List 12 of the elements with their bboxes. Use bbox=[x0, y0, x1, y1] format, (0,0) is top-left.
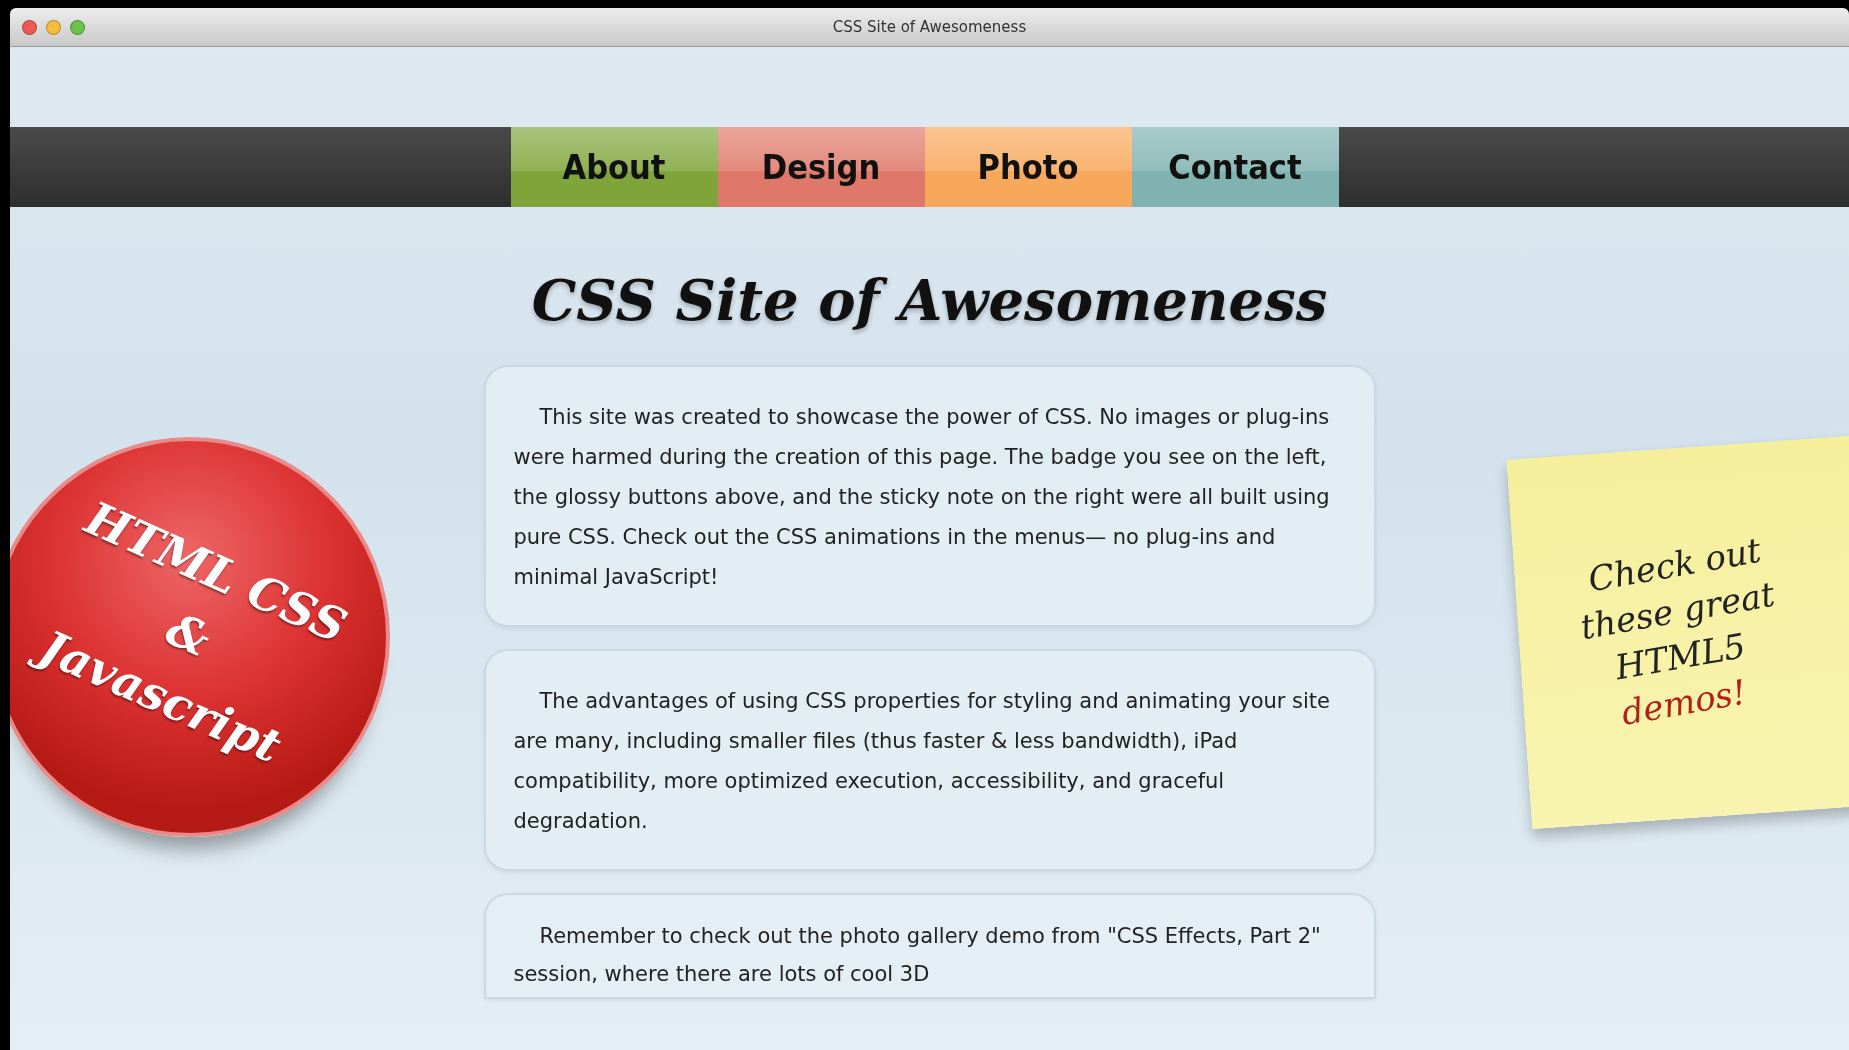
nav-tab[interactable]: About bbox=[510, 127, 718, 207]
zoom-icon[interactable] bbox=[70, 19, 85, 35]
nav-tab[interactable]: Photo bbox=[924, 127, 1132, 207]
close-icon[interactable] bbox=[22, 19, 37, 35]
window-title: CSS Site of Awesomeness bbox=[832, 18, 1027, 36]
nav-tab[interactable]: Design bbox=[717, 127, 925, 207]
page-heading: CSS Site of Awesomeness bbox=[531, 267, 1328, 333]
minimize-icon[interactable] bbox=[46, 19, 61, 35]
text-card: The advantages of using CSS properties for styling and animating your site are many, including smaller files (thus faster & less bandwidth), iPad compatibility, more optimized execution, accessibility, and graceful degradation. bbox=[485, 651, 1374, 869]
text-card: This site was created to showcase the power of CSS. No images or plug-ins were harmed during the creation of this page. The badge you see on the left, the glossy buttons above, and the sticky note on the right were all built using pure CSS. Check out the CSS animations in the menus— no plug-ins and minimal JavaScript! bbox=[485, 367, 1374, 625]
text-card: Remember to check out the photo gallery demo from "CSS Effects, Part 2" session, where there are lots of cool 3D bbox=[485, 895, 1374, 997]
nav-tab[interactable]: Contact bbox=[1131, 127, 1339, 207]
